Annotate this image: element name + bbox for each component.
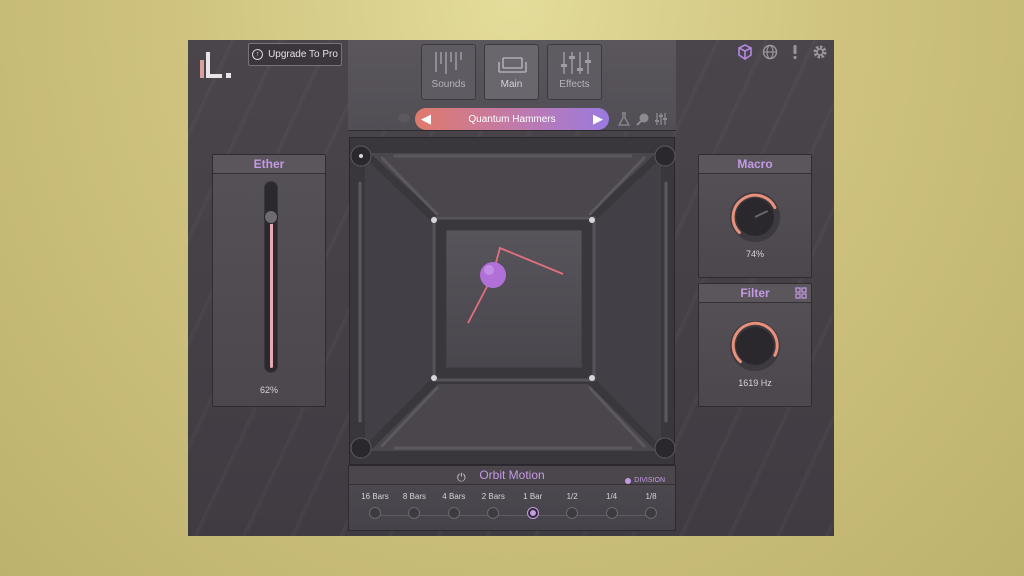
gear-icon[interactable]: [812, 44, 828, 60]
division-option-label: 1 Bar: [523, 492, 543, 501]
division-radio[interactable]: [487, 507, 500, 519]
division-option[interactable]: 1/2: [552, 492, 592, 519]
preset-name: Quantum Hammers: [468, 113, 556, 125]
cube-icon[interactable]: [737, 44, 753, 60]
division-label: DIVISION: [634, 477, 665, 484]
tab-main[interactable]: Main: [484, 44, 539, 100]
filter-value: 1619 Hz: [738, 378, 772, 388]
macro-knob[interactable]: [727, 189, 783, 245]
sounds-icon: [435, 52, 462, 74]
power-icon[interactable]: ⏻: [457, 469, 466, 488]
division-option-label: 1/2: [566, 492, 578, 501]
division-option-label: 1/4: [606, 492, 618, 501]
next-preset-icon[interactable]: ▶: [593, 111, 603, 127]
macro-title: Macro: [699, 155, 811, 174]
ether-panel: Ether 62%: [212, 154, 326, 407]
app-logo: [196, 46, 236, 80]
division-radio[interactable]: [447, 507, 460, 519]
prev-preset-icon[interactable]: ◀: [421, 111, 431, 127]
flask-icon[interactable]: [617, 112, 631, 129]
plugin-window: ↑ Upgrade To Pro Sounds Main Effects ◀ Q…: [188, 40, 834, 536]
cloud-icon[interactable]: [397, 111, 411, 126]
division-toggle[interactable]: DIVISION: [625, 471, 665, 490]
division-option[interactable]: 1/4: [592, 492, 632, 519]
ether-title: Ether: [213, 155, 325, 174]
division-option[interactable]: 1/8: [631, 492, 671, 519]
upgrade-label: Upgrade To Pro: [268, 49, 338, 60]
division-radio[interactable]: [566, 507, 579, 519]
ether-slider-handle[interactable]: [264, 209, 278, 224]
division-dot-icon: [625, 477, 632, 484]
mixer-icon[interactable]: [654, 112, 668, 129]
search-icon[interactable]: [636, 112, 650, 129]
tab-label: Sounds: [431, 79, 466, 90]
orbit-ball[interactable]: [480, 262, 506, 288]
grid-icon[interactable]: [795, 287, 807, 299]
division-radio[interactable]: [526, 507, 539, 519]
division-option-label: 4 Bars: [442, 492, 466, 501]
division-option[interactable]: 2 Bars: [473, 492, 513, 519]
upgrade-icon: ↑: [252, 49, 264, 60]
ether-value: 62%: [259, 385, 278, 395]
division-option-label: 1/8: [645, 492, 657, 501]
tab-effects[interactable]: Effects: [547, 44, 602, 100]
ether-slider-fill: [270, 221, 273, 368]
main-icon: [498, 57, 527, 73]
upgrade-button[interactable]: ↑ Upgrade To Pro: [248, 43, 342, 66]
filter-knob[interactable]: [727, 318, 783, 374]
tab-label: Effects: [559, 79, 590, 90]
orbit-title: Orbit Motion: [479, 468, 545, 482]
division-radio[interactable]: [645, 507, 657, 519]
ether-slider[interactable]: [264, 181, 278, 373]
division-option[interactable]: 8 Bars: [394, 492, 434, 519]
tab-sounds[interactable]: Sounds: [421, 44, 476, 100]
orbit-motion-panel: ⏻ Orbit Motion DIVISION 16 Bars 8 Bars 4 B…: [348, 465, 676, 531]
tab-panel: Sounds Main Effects ◀ Quantum Hammers ▶: [348, 40, 676, 131]
division-option[interactable]: 1 Bar: [513, 492, 553, 519]
effects-icon: [561, 52, 591, 74]
alert-icon[interactable]: [787, 44, 803, 60]
macro-panel: Macro 74%: [698, 154, 812, 278]
division-radio[interactable]: [605, 507, 618, 519]
preset-selector[interactable]: ◀ Quantum Hammers ▶: [415, 108, 609, 130]
division-radio[interactable]: [408, 507, 421, 519]
division-option[interactable]: 4 Bars: [434, 492, 474, 519]
division-radio[interactable]: [369, 507, 381, 519]
division-option-label: 8 Bars: [402, 492, 426, 501]
header-icons: [737, 44, 828, 60]
orbit-cube-view: [350, 145, 676, 459]
orbit-stage[interactable]: [349, 137, 676, 465]
division-selector: 16 Bars 8 Bars 4 Bars 2 Bars 1 Bar 1/2 1/4 1/8: [355, 492, 669, 528]
division-option[interactable]: 16 Bars: [355, 492, 395, 519]
globe-icon[interactable]: [762, 44, 778, 60]
division-option-label: 2 Bars: [481, 492, 505, 501]
macro-value: 74%: [745, 249, 764, 259]
tab-label: Main: [500, 79, 523, 90]
division-option-label: 16 Bars: [361, 492, 389, 501]
filter-panel: Filter 1619 Hz: [698, 283, 812, 407]
